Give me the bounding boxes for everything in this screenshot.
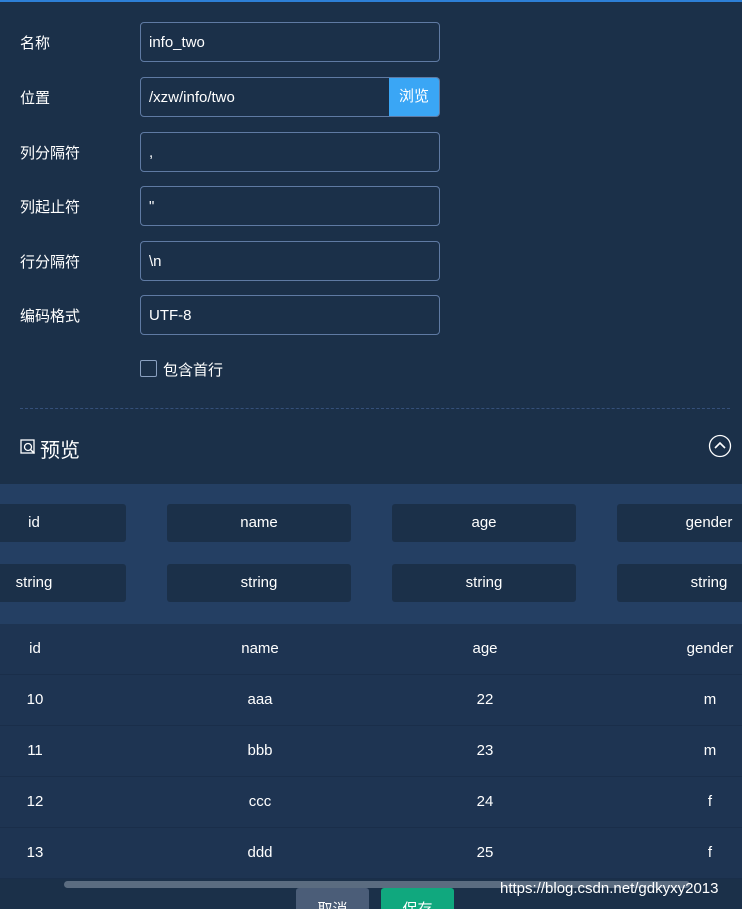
schema-area: id name age gender string string string … [0,484,742,624]
include-header-checkbox[interactable] [140,360,157,377]
location-label: 位置 [20,90,51,107]
table-row: 11 bbb 23 m [0,726,742,777]
name-label: 名称 [20,35,51,52]
preview-table: id name age gender 10 aaa 22 m 11 bbb 23… [0,624,742,879]
form-row-col-quote: 列起止符 [0,186,742,226]
form-row-location: 位置 浏览 [0,77,742,117]
table-cell: m [703,742,717,759]
table-cell: 25 [476,844,494,861]
table-cell: ddd [247,844,273,861]
table-header-cell: age [472,640,498,657]
form-row-encoding: 编码格式 [0,295,742,335]
table-cell: 11 [27,742,43,759]
table-cell: f [707,844,713,861]
encoding-input[interactable] [140,295,440,335]
section-divider [20,408,730,409]
table-cell: aaa [247,691,273,708]
table-header-cell: gender [686,640,734,657]
schema-name-cell[interactable]: gender [617,504,742,542]
schema-type-cell[interactable]: string [0,564,126,602]
preview-title: 预览 [40,440,80,462]
form-row-row-sep: 行分隔符 [0,241,742,281]
include-header-label: 包含首行 [163,362,224,379]
schema-type-cell[interactable]: string [392,564,576,602]
table-cell: f [707,793,713,810]
top-accent-line [0,0,742,2]
schema-type-cell[interactable]: string [617,564,742,602]
table-cell: 10 [26,691,44,708]
schema-name-cell[interactable]: name [167,504,351,542]
form-row-col-sep: 列分隔符 [0,132,742,172]
table-cell: 24 [476,793,494,810]
name-input[interactable] [140,22,440,62]
encoding-label: 编码格式 [20,308,81,325]
preview-icon [20,439,36,455]
column-quote-input[interactable] [140,186,440,226]
row-separator-input[interactable] [140,241,440,281]
table-row: 13 ddd 25 f [0,828,742,879]
schema-type-cell[interactable]: string [167,564,351,602]
column-quote-label: 列起止符 [20,199,81,216]
table-cell: 23 [476,742,494,759]
table-cell: 12 [26,793,44,810]
table-header-row: id name age gender [0,624,742,675]
preview-header: 预览 [20,432,732,462]
table-cell: ccc [248,793,272,810]
table-cell: 22 [476,691,494,708]
form-row-name: 名称 [0,22,742,62]
column-separator-input[interactable] [140,132,440,172]
table-cell: m [703,691,717,708]
chevron-up-circle-icon[interactable] [708,434,732,458]
location-input[interactable] [140,77,390,117]
cancel-button[interactable]: 取消 [296,888,369,909]
browse-button[interactable]: 浏览 [389,77,440,117]
table-header-cell: name [241,640,279,657]
schema-name-cell[interactable]: id [0,504,126,542]
table-row: 12 ccc 24 f [0,777,742,828]
watermark: https://blog.csdn.net/gdkyxy2013 [500,880,719,897]
table-row: 10 aaa 22 m [0,675,742,726]
table-header-cell: id [29,640,41,657]
table-cell: bbb [247,742,273,759]
column-separator-label: 列分隔符 [20,145,81,162]
table-cell: 13 [26,844,44,861]
row-separator-label: 行分隔符 [20,254,81,271]
schema-name-cell[interactable]: age [392,504,576,542]
save-button[interactable]: 保存 [381,888,454,909]
